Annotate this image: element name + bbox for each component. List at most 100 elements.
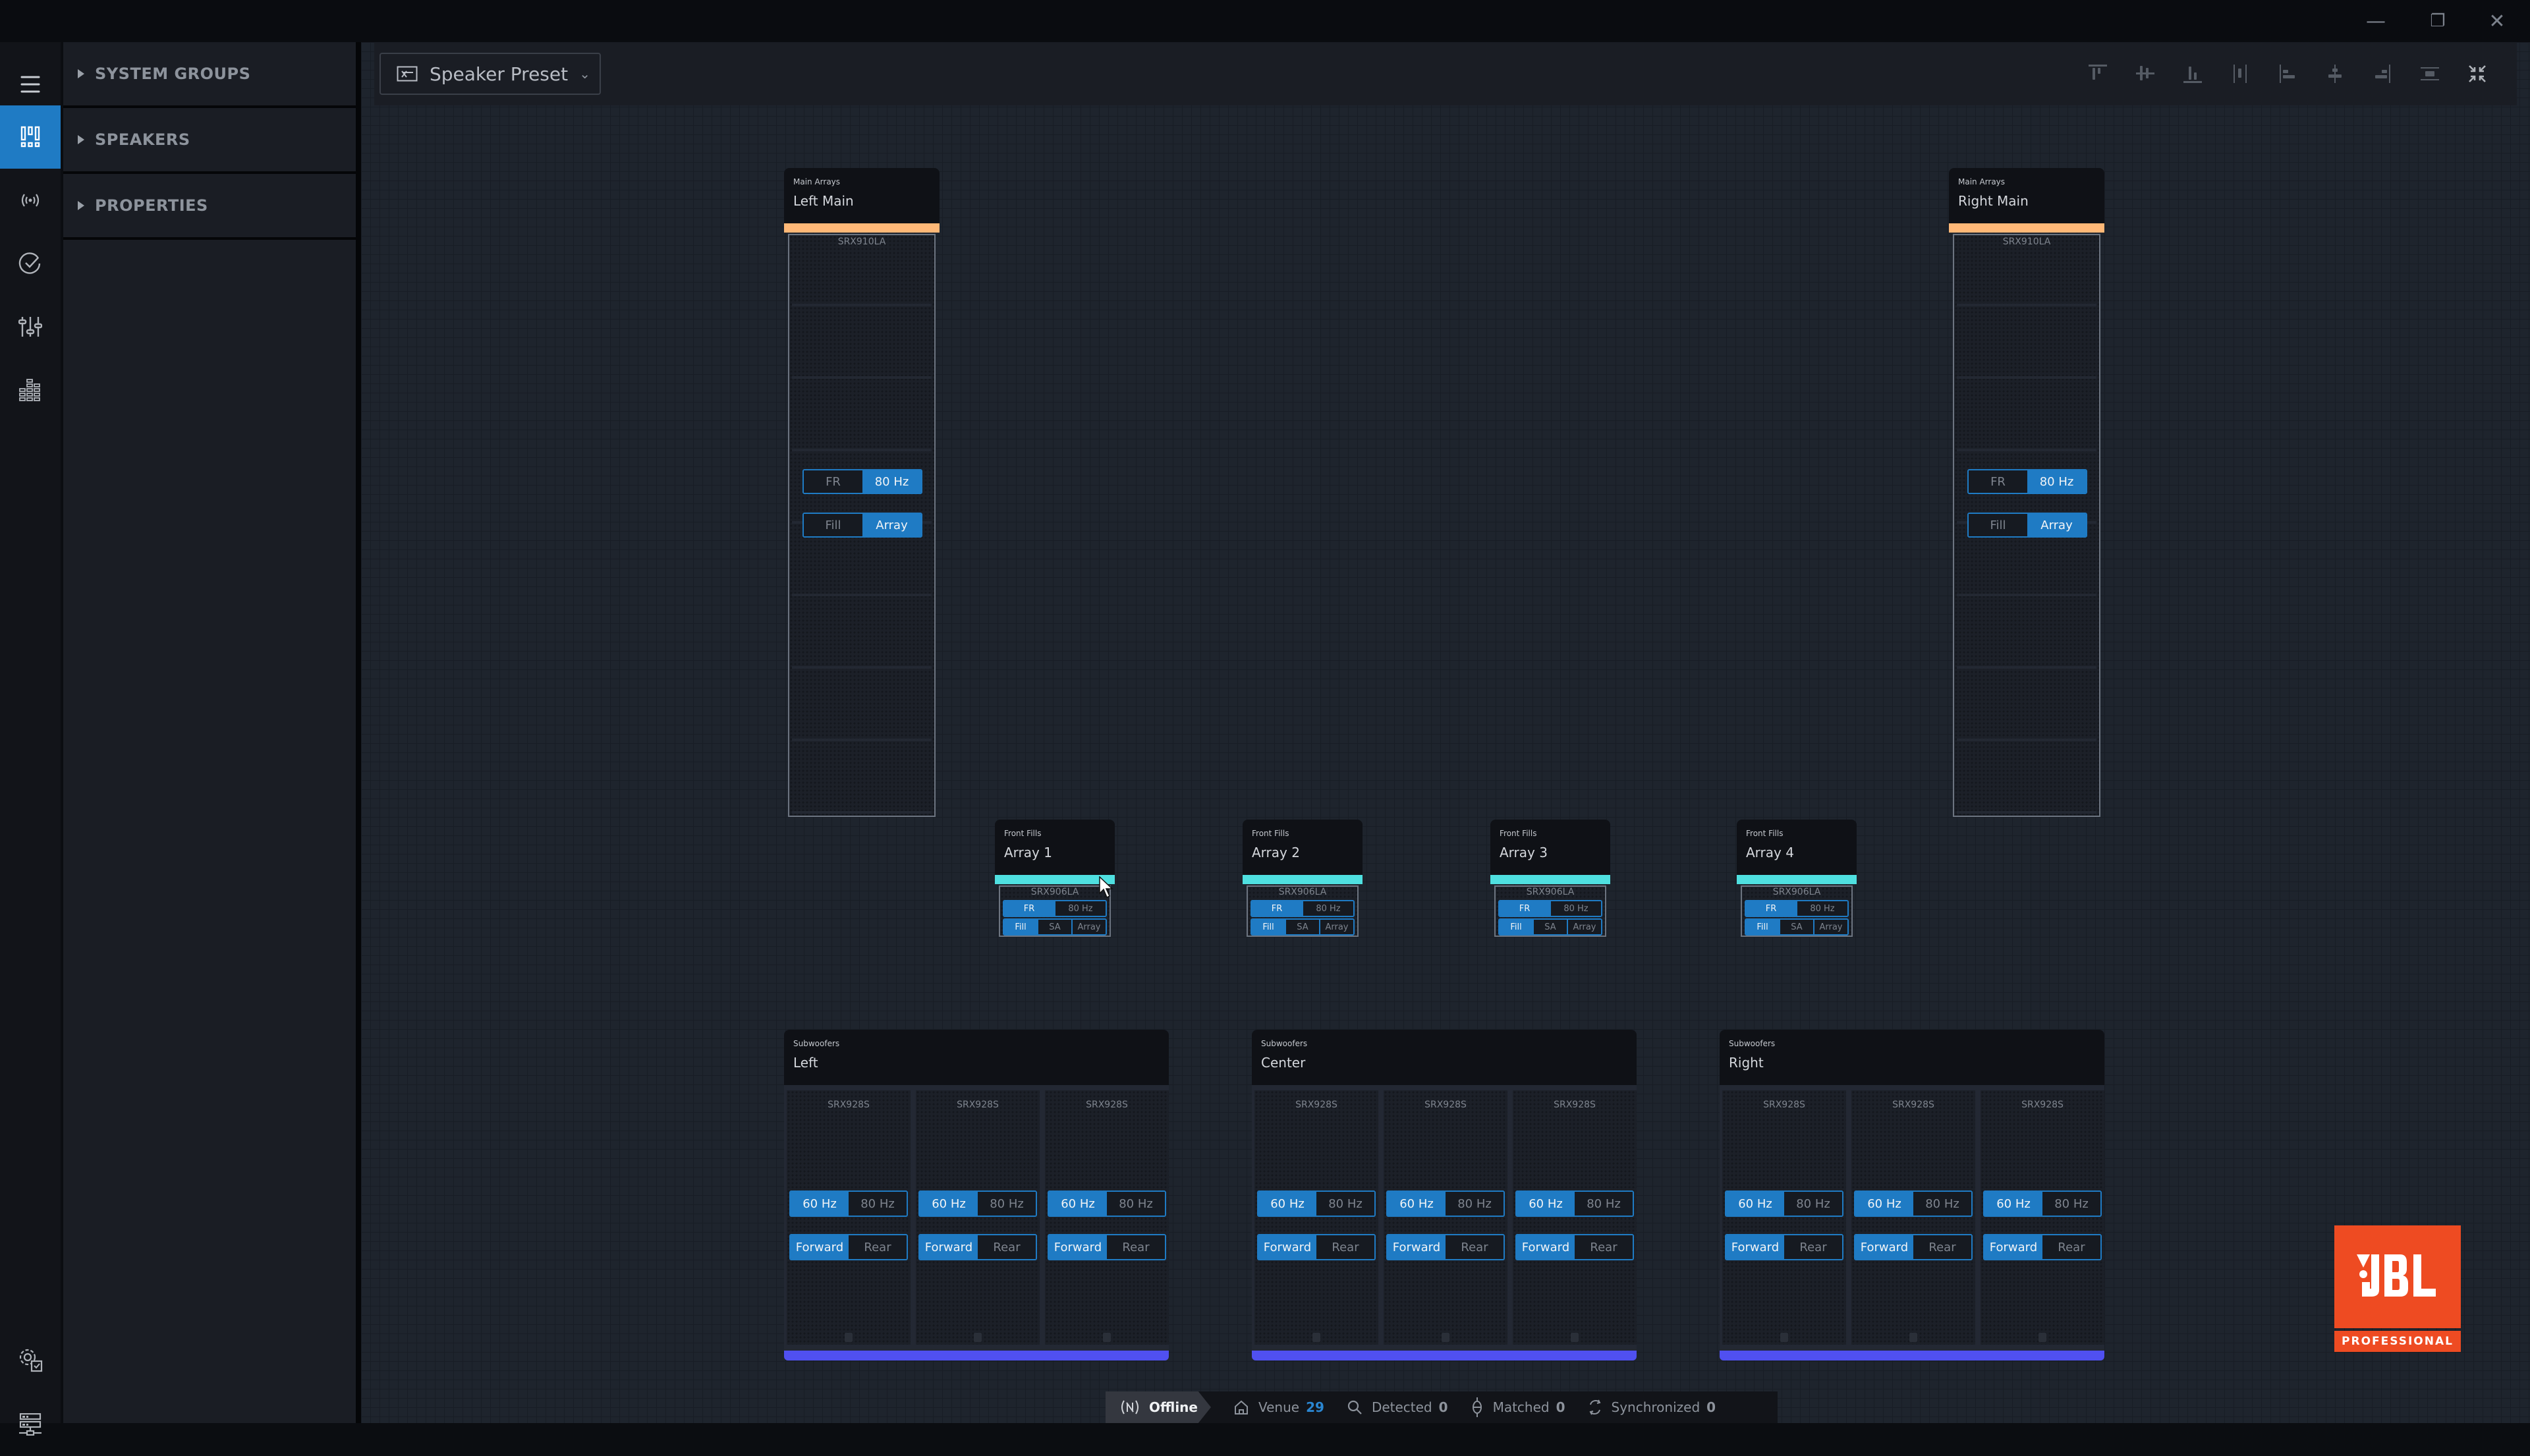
- rail-network[interactable]: [0, 169, 61, 232]
- group-header[interactable]: Main Arrays Right Main: [1949, 168, 2104, 223]
- drag-handle[interactable]: [1780, 1333, 1788, 1342]
- connection-status[interactable]: Offline: [1106, 1391, 1211, 1423]
- group-header[interactable]: Subwoofers Left: [784, 1030, 1169, 1085]
- toggle-option[interactable]: 80 Hz: [1302, 901, 1353, 916]
- cabinet-slot[interactable]: [792, 308, 932, 379]
- toggle-option[interactable]: Fill: [1746, 920, 1779, 934]
- main-array-card[interactable]: Main Arrays Right Main SRX910LA FR 80 Hz Fill…: [1949, 168, 2104, 817]
- direction-toggle[interactable]: Forward Rear: [1854, 1234, 1973, 1260]
- mode-toggle[interactable]: Fill SA Array: [1745, 918, 1849, 936]
- toggle-option[interactable]: SA: [1285, 920, 1319, 934]
- direction-toggle[interactable]: Forward Rear: [1515, 1234, 1634, 1260]
- speaker-cabinet-stack[interactable]: SRX910LA FR 80 Hz Fill Array: [788, 234, 936, 817]
- group-header[interactable]: Front Fills Array 4: [1737, 820, 1857, 875]
- drag-handle[interactable]: [2038, 1333, 2046, 1342]
- crossover-toggle[interactable]: FR 80 Hz: [802, 469, 922, 494]
- toggle-option[interactable]: FR: [1004, 901, 1054, 916]
- toggle-option[interactable]: 60 Hz: [1517, 1192, 1575, 1216]
- group-header[interactable]: Main Arrays Left Main: [784, 168, 940, 223]
- direction-toggle[interactable]: Forward Rear: [1257, 1234, 1376, 1260]
- toggle-option[interactable]: Fill: [804, 514, 862, 536]
- mode-toggle[interactable]: Fill SA Array: [1251, 918, 1355, 936]
- frequency-toggle[interactable]: 60 Hz 80 Hz: [1725, 1190, 1843, 1217]
- toggle-option[interactable]: 80 Hz: [1107, 1192, 1165, 1216]
- front-fill-card[interactable]: Front Fills Array 1 SRX906LA FR 80 Hz Fill SA A…: [995, 820, 1115, 937]
- toggle-option[interactable]: Forward: [1984, 1235, 2042, 1259]
- subwoofer-group-card[interactable]: Subwoofers Right SRX928S 60 Hz 80 Hz Forward R…: [1720, 1030, 2104, 1360]
- crossover-toggle[interactable]: FR 80 Hz: [1498, 900, 1602, 917]
- speaker-preset-dropdown[interactable]: Speaker Preset ⌄: [380, 53, 601, 95]
- subwoofer-group-card[interactable]: Subwoofers Center SRX928S 60 Hz 80 Hz Forward…: [1252, 1030, 1637, 1360]
- subwoofer-cabinet[interactable]: SRX928S 60 Hz 80 Hz Forward Rear: [787, 1090, 911, 1345]
- toggle-option[interactable]: Forward: [1855, 1235, 1913, 1259]
- toggle-option[interactable]: Forward: [1049, 1235, 1107, 1259]
- drag-handle[interactable]: [1909, 1333, 1917, 1342]
- align-horizontal-center-button[interactable]: [2319, 58, 2351, 90]
- direction-toggle[interactable]: Forward Rear: [1386, 1234, 1505, 1260]
- sidebar-item-speakers[interactable]: SPEAKERS: [63, 108, 356, 171]
- toggle-option[interactable]: 60 Hz: [1258, 1192, 1316, 1216]
- cabinet-slot[interactable]: [1957, 380, 2096, 451]
- toggle-option[interactable]: Array: [1813, 920, 1847, 934]
- toggle-option[interactable]: Forward: [1517, 1235, 1575, 1259]
- subwoofer-cabinet[interactable]: SRX928S 60 Hz 80 Hz Forward Rear: [1851, 1090, 1975, 1345]
- toggle-option[interactable]: 80 Hz: [1316, 1192, 1374, 1216]
- cabinet-slot[interactable]: [792, 380, 932, 451]
- distribute-vertical-button[interactable]: [2414, 58, 2446, 90]
- toggle-option[interactable]: Rear: [1107, 1235, 1165, 1259]
- frequency-toggle[interactable]: 60 Hz 80 Hz: [1386, 1190, 1505, 1217]
- cabinet-slot[interactable]: [792, 598, 932, 669]
- subwoofer-cabinet[interactable]: SRX928S 60 Hz 80 Hz Forward Rear: [1045, 1090, 1169, 1345]
- align-bottom-button[interactable]: [2177, 58, 2208, 90]
- toggle-option[interactable]: Rear: [1575, 1235, 1633, 1259]
- subwoofer-cabinet[interactable]: SRX928S 60 Hz 80 Hz Forward Rear: [1513, 1090, 1637, 1345]
- toggle-option[interactable]: Fill: [1969, 514, 2027, 536]
- toggle-option[interactable]: FR: [1500, 901, 1550, 916]
- align-left-button[interactable]: [2272, 58, 2303, 90]
- mode-toggle[interactable]: Fill SA Array: [1498, 918, 1602, 936]
- speaker-cabinet[interactable]: SRX906LA FR 80 Hz Fill SA Array: [1741, 885, 1853, 937]
- toggle-option[interactable]: Fill: [1252, 920, 1285, 934]
- cabinet-slot[interactable]: [1957, 598, 2096, 669]
- group-header[interactable]: Subwoofers Center: [1252, 1030, 1637, 1085]
- toggle-option[interactable]: 80 Hz: [1796, 901, 1847, 916]
- toggle-option[interactable]: 80 Hz: [1054, 901, 1106, 916]
- rail-settings[interactable]: [0, 1328, 61, 1391]
- subwoofer-cabinet[interactable]: SRX928S 60 Hz 80 Hz Forward Rear: [1254, 1090, 1378, 1345]
- frequency-toggle[interactable]: 60 Hz 80 Hz: [1048, 1190, 1166, 1217]
- group-header[interactable]: Front Fills Array 2: [1243, 820, 1363, 875]
- toggle-option[interactable]: FR: [1746, 901, 1796, 916]
- drag-handle[interactable]: [974, 1333, 982, 1342]
- mode-toggle[interactable]: Fill SA Array: [1003, 918, 1107, 936]
- rail-check[interactable]: [0, 232, 61, 295]
- toggle-option[interactable]: 80 Hz: [1913, 1192, 1971, 1216]
- toggle-option[interactable]: Array: [862, 514, 921, 536]
- toggle-option[interactable]: 60 Hz: [1855, 1192, 1913, 1216]
- sidebar-item-properties[interactable]: PROPERTIES: [63, 174, 356, 237]
- frequency-toggle[interactable]: 60 Hz 80 Hz: [1983, 1190, 2102, 1217]
- subwoofer-group-card[interactable]: Subwoofers Left SRX928S 60 Hz 80 Hz Forward Re…: [784, 1030, 1169, 1360]
- toggle-option[interactable]: Array: [2027, 514, 2086, 536]
- toggle-option[interactable]: Fill: [1004, 920, 1037, 934]
- toggle-option[interactable]: FR: [1252, 901, 1302, 916]
- collapse-button[interactable]: [2461, 58, 2493, 90]
- drag-handle[interactable]: [1442, 1333, 1449, 1342]
- group-header[interactable]: Front Fills Array 3: [1490, 820, 1610, 875]
- cabinet-slot[interactable]: [1957, 308, 2096, 379]
- toggle-option[interactable]: Rear: [1913, 1235, 1971, 1259]
- toggle-option[interactable]: Rear: [849, 1235, 907, 1259]
- front-fill-card[interactable]: Front Fills Array 2 SRX906LA FR 80 Hz Fill SA A…: [1243, 820, 1363, 937]
- close-button[interactable]: ✕: [2477, 5, 2517, 37]
- cabinet-slot[interactable]: [792, 670, 932, 741]
- direction-toggle[interactable]: Forward Rear: [918, 1234, 1037, 1260]
- crossover-toggle[interactable]: FR 80 Hz: [1003, 900, 1107, 917]
- restore-button[interactable]: ❐: [2418, 5, 2458, 37]
- toggle-option[interactable]: Array: [1071, 920, 1106, 934]
- frequency-toggle[interactable]: 60 Hz 80 Hz: [1515, 1190, 1634, 1217]
- speaker-cabinet-stack[interactable]: SRX910LA FR 80 Hz Fill Array: [1953, 234, 2100, 817]
- toggle-option[interactable]: 80 Hz: [1784, 1192, 1842, 1216]
- direction-toggle[interactable]: Forward Rear: [789, 1234, 908, 1260]
- toggle-option[interactable]: 60 Hz: [1049, 1192, 1107, 1216]
- toggle-option[interactable]: 60 Hz: [1984, 1192, 2042, 1216]
- speaker-cabinet[interactable]: SRX906LA FR 80 Hz Fill SA Array: [1494, 885, 1606, 937]
